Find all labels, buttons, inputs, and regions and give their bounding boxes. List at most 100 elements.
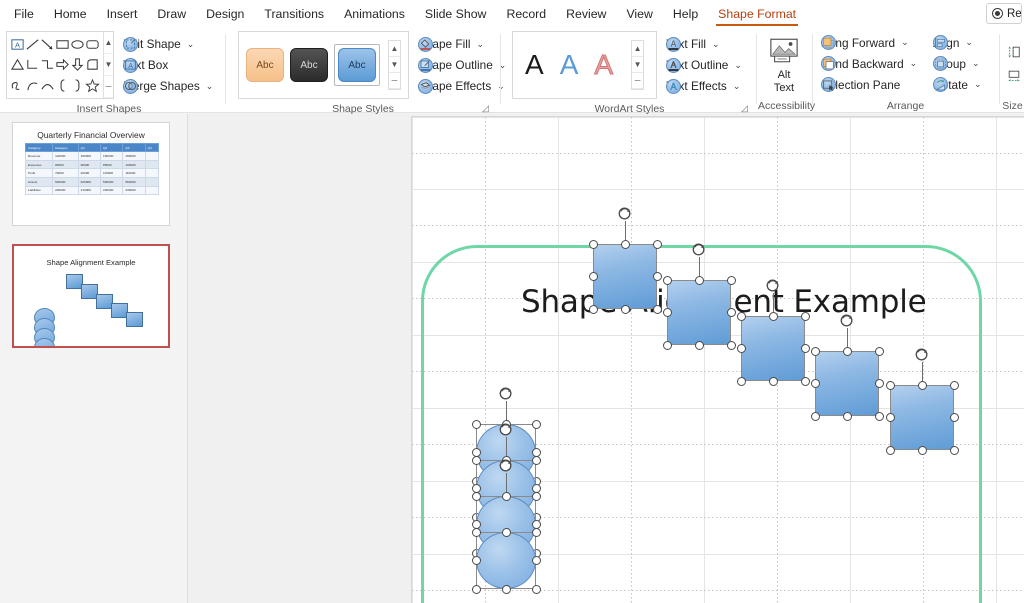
- shape-fill-button[interactable]: Shape Fill ⌄: [415, 35, 511, 54]
- resize-handle-e[interactable]: [726, 307, 736, 317]
- chevron-down-icon[interactable]: ⌄: [972, 58, 980, 69]
- resize-handle-nw[interactable]: [471, 491, 481, 501]
- resize-handle-sw[interactable]: [885, 445, 895, 455]
- resize-handle-w[interactable]: [662, 307, 672, 317]
- resize-handle-n[interactable]: [501, 527, 511, 537]
- curve-shape-icon[interactable]: [25, 78, 40, 93]
- shapes-gallery-more[interactable]: ─: [104, 76, 113, 98]
- rotate-handle-circle-3[interactable]: [498, 457, 515, 474]
- elbow-connector-2-shape-icon[interactable]: [40, 57, 55, 72]
- wordart-styles-gallery[interactable]: A A A ▲ ▼ ─: [512, 31, 658, 99]
- chevron-down-icon[interactable]: ⌄: [497, 81, 505, 92]
- square-shape-2[interactable]: [667, 280, 731, 345]
- rotate-handle-circle-2[interactable]: [498, 421, 515, 438]
- resize-handle-nw[interactable]: [471, 455, 481, 465]
- text-effects-button[interactable]: A Text Effects ⌄: [663, 77, 747, 96]
- rotate-button[interactable]: Rotate ⌄: [930, 75, 986, 94]
- resize-handle-s[interactable]: [501, 584, 511, 594]
- shape-style-thumb-dark[interactable]: Abc: [290, 48, 328, 82]
- shape-styles-gallery[interactable]: Abc Abc Abc ▲ ▼ ─: [238, 31, 409, 99]
- menu-item-view[interactable]: View: [616, 3, 662, 25]
- resize-handle-n[interactable]: [917, 380, 927, 390]
- resize-handle-ne[interactable]: [949, 380, 959, 390]
- resize-handle-sw[interactable]: [662, 340, 672, 350]
- resize-handle-se[interactable]: [874, 411, 884, 421]
- resize-handle-e[interactable]: [800, 343, 810, 353]
- chevron-down-icon[interactable]: ⌄: [476, 39, 484, 50]
- wordart-dialog-launcher[interactable]: ◿: [741, 103, 751, 113]
- shape-styles-scroll-up[interactable]: ▲: [389, 41, 400, 57]
- triangle-shape-icon[interactable]: [10, 57, 25, 72]
- textbox-shape-icon[interactable]: A: [10, 37, 25, 52]
- resize-handle-sw[interactable]: [810, 411, 820, 421]
- send-backward-button[interactable]: Send Backward ⌄: [818, 54, 922, 73]
- line-shape-icon[interactable]: [25, 37, 40, 52]
- alt-text-button[interactable]: Alt Text: [760, 34, 808, 94]
- resize-handle-nw[interactable]: [885, 380, 895, 390]
- record-button[interactable]: Re: [986, 3, 1022, 24]
- resize-handle-sw[interactable]: [588, 304, 598, 314]
- resize-handle-n[interactable]: [620, 239, 630, 249]
- resize-handle-ne[interactable]: [531, 455, 541, 465]
- wordart-styles-scrollbar[interactable]: ▲ ▼ ─: [631, 40, 645, 90]
- resize-handle-nw[interactable]: [588, 239, 598, 249]
- resize-handle-se[interactable]: [531, 584, 541, 594]
- resize-handle-w[interactable]: [471, 555, 481, 565]
- menu-item-insert[interactable]: Insert: [97, 3, 148, 25]
- elbow-connector-shape-icon[interactable]: [25, 57, 40, 72]
- resize-handle-se[interactable]: [800, 376, 810, 386]
- chevron-down-icon[interactable]: ⌄: [901, 37, 909, 48]
- chevron-down-icon[interactable]: ⌄: [734, 60, 742, 71]
- oval-shape-icon[interactable]: [70, 37, 85, 52]
- menu-item-animations[interactable]: Animations: [334, 3, 415, 25]
- square-shape-5[interactable]: [890, 385, 954, 450]
- resize-handle-s[interactable]: [842, 411, 852, 421]
- chevron-down-icon[interactable]: ⌄: [965, 37, 973, 48]
- resize-handle-ne[interactable]: [652, 239, 662, 249]
- rotate-handle-square-1[interactable]: [617, 205, 634, 222]
- slide-editor-area[interactable]: Shape Alignment Example: [188, 114, 1024, 603]
- text-fill-button[interactable]: A Text Fill ⌄: [663, 35, 747, 54]
- menu-item-review[interactable]: Review: [556, 3, 616, 25]
- chevron-down-icon[interactable]: ⌄: [206, 81, 214, 92]
- slide-canvas[interactable]: Shape Alignment Example: [411, 116, 1024, 603]
- arc-shape-icon[interactable]: [40, 78, 55, 93]
- shape-outline-button[interactable]: Shape Outline ⌄: [415, 56, 511, 75]
- align-button[interactable]: Align ⌄: [930, 33, 986, 52]
- bring-forward-button[interactable]: Bring Forward ⌄: [818, 33, 922, 52]
- slide-thumbnail-1[interactable]: Quarterly Financial Overview Category Ca…: [12, 122, 170, 226]
- rotate-handle-circle-1[interactable]: [498, 385, 515, 402]
- right-brace-shape-icon[interactable]: [70, 78, 85, 93]
- right-arrow-shape-icon[interactable]: [55, 57, 70, 72]
- menu-item-draw[interactable]: Draw: [147, 3, 196, 25]
- resize-handle-ne[interactable]: [874, 346, 884, 356]
- resize-handle-ne[interactable]: [531, 527, 541, 537]
- shapes-gallery-scroll-down[interactable]: ▼: [104, 54, 113, 76]
- resize-handle-e[interactable]: [531, 555, 541, 565]
- resize-handle-n[interactable]: [842, 346, 852, 356]
- pentagon-flow-shape-icon[interactable]: [85, 57, 100, 72]
- resize-handle-e[interactable]: [874, 378, 884, 388]
- resize-handle-se[interactable]: [726, 340, 736, 350]
- shape-style-thumb-blue[interactable]: Abc: [338, 48, 376, 82]
- shapes-gallery-scrollbar[interactable]: ▲ ▼ ─: [103, 32, 113, 98]
- shape-styles-dialog-launcher[interactable]: ◿: [482, 103, 492, 113]
- wordart-thumb-blue[interactable]: A: [560, 51, 579, 79]
- resize-handle-nw[interactable]: [810, 346, 820, 356]
- menu-item-record[interactable]: Record: [496, 3, 556, 25]
- square-shape-4[interactable]: [815, 351, 879, 416]
- shape-styles-scrollbar[interactable]: ▲ ▼ ─: [388, 40, 401, 90]
- shape-height-field[interactable]: [1007, 43, 1024, 60]
- shape-effects-button[interactable]: Shape Effects ⌄: [415, 77, 511, 96]
- edit-shape-button[interactable]: Edit Shape ⌄: [120, 35, 218, 54]
- text-outline-button[interactable]: A Text Outline ⌄: [663, 56, 747, 75]
- resize-handle-nw[interactable]: [471, 419, 481, 429]
- chevron-down-icon[interactable]: ⌄: [974, 79, 982, 90]
- square-shape-3[interactable]: [741, 316, 805, 381]
- merge-shapes-button[interactable]: Merge Shapes ⌄: [120, 77, 218, 96]
- rotate-handle-square-3[interactable]: [765, 277, 782, 294]
- selection-pane-button[interactable]: Selection Pane: [818, 75, 922, 94]
- square-shape-1[interactable]: [593, 244, 657, 309]
- resize-handle-nw[interactable]: [471, 527, 481, 537]
- wordart-more[interactable]: ─: [632, 73, 644, 89]
